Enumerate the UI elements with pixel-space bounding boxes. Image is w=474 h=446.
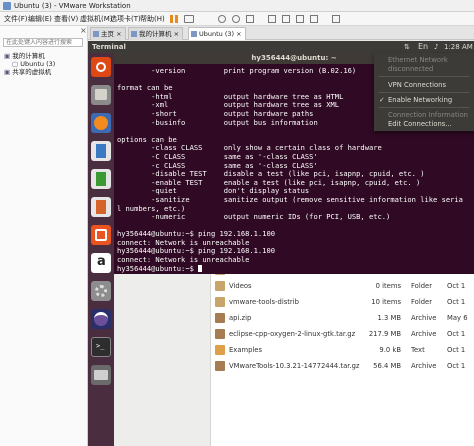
language-indicator[interactable]: En (418, 41, 428, 53)
vm-tab-bar: 主页 × 我的计算机 × Ubuntu (3) × (88, 26, 474, 40)
active-app-name: Terminal (92, 43, 126, 51)
vmware-app-icon (3, 2, 11, 10)
terminal-icon[interactable]: >_ (91, 337, 111, 357)
tree-item-my-computer[interactable]: ▣ 我的计算机 (4, 52, 55, 60)
writer-icon[interactable] (91, 141, 111, 161)
library-close-icon[interactable]: × (80, 26, 87, 35)
settings-icon[interactable] (91, 281, 111, 301)
list-item[interactable]: eclipse-cpp-oxygen-2-linux-gtk.tar.gz 21… (211, 326, 474, 342)
list-item[interactable]: Videos 0 items Folder Oct 1 (211, 278, 474, 294)
calc-icon[interactable] (91, 169, 111, 189)
snapshot-manager-icon[interactable] (246, 15, 254, 23)
folder-icon (215, 281, 225, 291)
library-tree: ▣ 我的计算机 ▢ Ubuntu (3) ▣ 共享的虚拟机 (4, 52, 55, 76)
impress-icon[interactable] (91, 197, 111, 217)
tree-item-shared-vms[interactable]: ▣ 共享的虚拟机 (4, 68, 55, 76)
vpn-connections-item[interactable]: VPN Connections (388, 81, 446, 89)
menu-separator (378, 76, 470, 77)
connection-information-item[interactable]: Connection Information (388, 111, 468, 119)
library-search-input[interactable] (3, 38, 83, 47)
amazon-icon[interactable]: a (91, 253, 111, 273)
menu-separator (378, 107, 470, 108)
shortcut-folder-icon (215, 345, 225, 355)
file-manager-window: Templates Videos 0 items Folder Oct 1 vm… (114, 265, 474, 446)
removable-drive-icon[interactable] (91, 365, 111, 385)
terminal-line: -numeric output numeric IDs (for PCI, US… (117, 212, 391, 222)
list-item[interactable]: api.zip 1.3 MB Archive May 6 (211, 310, 474, 326)
menu-tabs[interactable]: 选项卡(T) (110, 12, 141, 26)
tab-home[interactable]: 主页 × (90, 27, 126, 40)
checkmark-icon: ✓ (379, 96, 385, 104)
vm-icon: ▢ (12, 60, 21, 68)
fullscreen-icon[interactable] (296, 15, 304, 23)
firefox-icon[interactable] (91, 113, 111, 133)
folder-icon (215, 297, 225, 307)
revert-snapshot-icon[interactable] (232, 15, 240, 23)
menu-separator (378, 92, 470, 93)
list-item[interactable]: vmware-tools-distrib 10 items Folder Oct… (211, 294, 474, 310)
unity-mode-icon[interactable] (310, 15, 318, 23)
view-library-icon[interactable] (268, 15, 276, 23)
menu-view[interactable]: 查看(V) (54, 12, 78, 26)
tab-ubuntu[interactable]: Ubuntu (3) × (188, 27, 246, 40)
menu-edit[interactable]: 编辑(E) (28, 12, 52, 26)
menu-file[interactable]: 文件(F) (4, 12, 28, 26)
archive-icon (215, 313, 225, 323)
file-manager-sidebar (114, 274, 211, 446)
eclipse-icon[interactable] (91, 309, 111, 329)
archive-icon (215, 361, 225, 371)
software-center-icon[interactable] (91, 225, 111, 245)
unity-launcher: a >_ (88, 53, 114, 446)
send-ctrl-alt-del-icon[interactable] (184, 15, 194, 23)
window-title: Ubuntu (3) - VMware Workstation (14, 2, 131, 10)
tab-my-computer[interactable]: 我的计算机 × (128, 27, 184, 40)
pause-icon[interactable] (170, 15, 178, 23)
network-status-title: Ethernet Network (388, 56, 448, 64)
shared-icon: ▣ (4, 68, 13, 76)
vmware-title-bar: Ubuntu (3) - VMware Workstation (0, 0, 474, 12)
tree-item-ubuntu[interactable]: ▢ Ubuntu (3) (4, 60, 55, 68)
menu-vm[interactable]: 虚拟机(M) (80, 12, 113, 26)
cursor-block (198, 264, 203, 272)
network-status-value: disconnected (388, 65, 434, 73)
console-view-icon[interactable] (332, 15, 340, 23)
enable-networking-item[interactable]: Enable Networking (388, 96, 452, 104)
computer-icon: ▣ (4, 52, 13, 60)
network-indicator-icon[interactable]: ⇅ (404, 41, 410, 53)
list-item[interactable]: Examples 9.0 kB Text Oct 1 (211, 342, 474, 358)
menu-help[interactable]: 帮助(H) (140, 12, 165, 26)
terminal-prompt: hy356444@ubuntu:~$ (117, 263, 199, 273)
files-icon[interactable] (91, 85, 111, 105)
ubuntu-top-panel: Terminal ⇅ En ♪ 1:28 AM (88, 41, 474, 53)
terminal-prompt-line: hy356444@ubuntu:~$ (117, 263, 471, 274)
vm-icon (191, 31, 197, 37)
network-menu: Ethernet Network disconnected VPN Connec… (374, 53, 474, 131)
screen: Ubuntu (3) - VMware Workstation 文件(F) 编辑… (0, 0, 474, 446)
snapshot-icon[interactable] (218, 15, 226, 23)
clock[interactable]: 1:28 AM (444, 41, 473, 53)
archive-icon (215, 329, 225, 339)
home-icon (93, 31, 99, 37)
edit-connections-item[interactable]: Edit Connections... (388, 120, 452, 128)
vmware-menu-bar: 文件(F) 编辑(E) 查看(V) 虚拟机(M) 选项卡(T) 帮助(H) (0, 12, 474, 26)
list-item[interactable]: VMwareTools-10.3.21-14772444.tar.gz 56.4… (211, 358, 474, 374)
ubuntu-dash-icon[interactable] (91, 57, 111, 77)
vmware-library-panel: × ▣ 我的计算机 ▢ Ubuntu (3) ▣ 共享的虚拟机 (0, 26, 88, 446)
computer-icon (131, 31, 137, 37)
volume-icon[interactable]: ♪ (434, 41, 438, 53)
quick-switch-icon[interactable] (282, 15, 290, 23)
